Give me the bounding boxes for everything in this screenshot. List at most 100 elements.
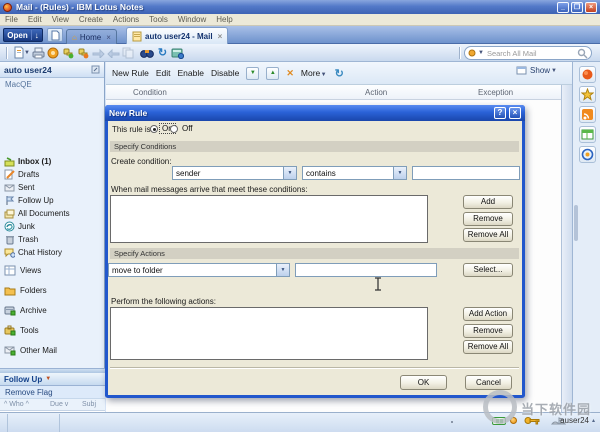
select-folder-button[interactable]: Select... (463, 263, 513, 277)
security-key-icon[interactable] (524, 415, 540, 426)
column-condition[interactable]: Condition (133, 88, 167, 97)
encrypt-icon[interactable] (61, 46, 76, 60)
alarm-indicator-icon[interactable] (510, 417, 517, 424)
remove-all-actions-button[interactable]: Remove All (463, 340, 513, 354)
rule-off-option[interactable]: Off (170, 124, 195, 133)
menu-create[interactable]: Create (79, 15, 103, 24)
ok-button[interactable]: OK (400, 375, 447, 390)
tab-home[interactable]: ⌂ Home × (66, 29, 117, 44)
menu-actions[interactable]: Actions (113, 15, 139, 24)
add-button[interactable]: Add (463, 195, 513, 209)
dialog-help-icon[interactable]: ? (494, 107, 506, 119)
tab-home-close-icon[interactable]: × (106, 33, 111, 42)
new-tab-button[interactable] (47, 28, 63, 42)
remove-flag-action[interactable]: Remove Flag (0, 386, 105, 399)
maximize-button[interactable]: ❐ (571, 2, 583, 13)
search-scope-dropdown-icon[interactable]: ▼ (478, 50, 484, 56)
search-icon[interactable] (577, 48, 588, 59)
conditions-list[interactable] (110, 195, 428, 243)
sidebar-item-folders[interactable]: Folders (0, 282, 105, 298)
open-button[interactable]: Open ↓ (3, 28, 43, 42)
action-dropdown-icon[interactable]: ▼ (276, 264, 289, 276)
sidebar-item-trash[interactable]: Trash (0, 233, 105, 246)
network-indicator-icon[interactable] (492, 417, 506, 425)
sidebar-item-drafts[interactable]: Drafts (0, 168, 105, 181)
condition-field-dropdown-icon[interactable]: ▼ (283, 167, 296, 179)
print-icon[interactable] (31, 46, 46, 60)
condition-field-select[interactable]: sender ▼ (172, 166, 297, 180)
tab-mail[interactable]: auto user24 - Mail × (126, 27, 228, 44)
dialog-title-bar[interactable]: New Rule ? × (105, 105, 525, 121)
panel-collapse-icon[interactable] (91, 65, 100, 74)
sidebar-item-other-mail[interactable]: Other Mail (0, 342, 105, 358)
column-action[interactable]: Action (365, 88, 387, 97)
column-due[interactable]: Due v (50, 401, 82, 408)
menu-window[interactable]: Window (178, 15, 206, 24)
current-user-status[interactable]: auser24 ▴ (560, 416, 595, 425)
minimize-button[interactable]: _ (557, 2, 569, 13)
enable-button[interactable]: Enable (178, 68, 204, 78)
radio-off-label[interactable]: Off (180, 124, 195, 133)
show-button[interactable]: Show ▼ (516, 66, 558, 75)
sidebar-item-inbox[interactable]: Inbox (1) (0, 155, 105, 168)
condition-value-input[interactable] (412, 166, 520, 180)
close-button[interactable]: × (585, 2, 597, 13)
menu-edit[interactable]: Edit (28, 15, 42, 24)
search-binoculars-icon[interactable] (140, 46, 155, 60)
remove-button[interactable]: Remove (463, 212, 513, 226)
search-box[interactable]: ▼ (464, 46, 592, 60)
cancel-button[interactable]: Cancel (465, 375, 512, 390)
column-exception[interactable]: Exception (478, 88, 513, 97)
sidebar-item-views[interactable]: Views (0, 262, 105, 278)
widgets-icon[interactable] (579, 126, 596, 143)
new-rule-button[interactable]: New Rule (112, 68, 149, 78)
view-vertical-scrollbar[interactable] (561, 85, 572, 412)
column-subj[interactable]: Subj (82, 401, 96, 408)
discover-icon[interactable] (170, 46, 185, 60)
move-down-icon[interactable]: ▼ (246, 67, 259, 80)
remove-action-button[interactable]: Remove (463, 324, 513, 338)
sidebar-item-junk[interactable]: Junk (0, 220, 105, 233)
activities-icon[interactable] (579, 146, 596, 163)
menu-help[interactable]: Help (216, 15, 232, 24)
toolbar-grip[interactable] (6, 47, 8, 59)
action-select[interactable]: move to folder ▼ (108, 263, 290, 277)
column-who[interactable]: ^ Who ^ (0, 401, 50, 408)
followup-dropdown-icon[interactable]: ▼ (45, 376, 51, 382)
search-scope-icon[interactable] (468, 48, 478, 58)
sign-icon[interactable] (76, 46, 91, 60)
actions-list[interactable] (110, 307, 428, 360)
delete-icon[interactable]: ✕ (286, 68, 294, 79)
feeds-icon[interactable] (579, 106, 596, 123)
operator-dropdown-icon[interactable]: ▼ (393, 167, 406, 179)
favorites-star-icon[interactable] (579, 86, 596, 103)
sidebar-item-follow-up[interactable]: Follow Up (0, 194, 105, 207)
edit-button[interactable]: Edit (156, 68, 171, 78)
followup-panel-header[interactable]: Follow Up ▼ (0, 373, 105, 386)
sidebar-item-archive[interactable]: Archive (0, 302, 105, 318)
disable-button[interactable]: Disable (211, 68, 239, 78)
dialog-close-icon[interactable]: × (509, 107, 521, 119)
remove-all-button[interactable]: Remove All (463, 228, 513, 242)
permanent-pen-icon[interactable] (46, 46, 61, 60)
more-button[interactable]: More ▼ (301, 68, 328, 78)
sidebar-item-all-documents[interactable]: All Documents (0, 207, 105, 220)
radio-on[interactable] (150, 125, 158, 133)
move-up-icon[interactable]: ▲ (266, 67, 279, 80)
open-dropdown-icon[interactable]: ↓ (35, 31, 39, 40)
sidebar-item-chat-history[interactable]: Chat History (0, 246, 105, 259)
operator-select[interactable]: contains ▼ (302, 166, 407, 180)
action-folder-input[interactable] (295, 263, 437, 277)
sidebar-item-tools[interactable]: Tools (0, 322, 105, 338)
refresh-icon[interactable]: ↻ (155, 46, 170, 60)
sidebar-scroll-thumb[interactable] (574, 205, 578, 241)
sidebar-item-sent[interactable]: Sent (0, 181, 105, 194)
menu-view[interactable]: View (52, 15, 69, 24)
add-action-button[interactable]: Add Action (463, 307, 513, 321)
new-document-dropdown-icon[interactable]: ▼ (24, 50, 30, 56)
tab-mail-close-icon[interactable]: × (218, 32, 223, 41)
view-refresh-icon[interactable]: ↻ (335, 67, 344, 80)
menu-tools[interactable]: Tools (149, 15, 168, 24)
menu-file[interactable]: File (5, 15, 18, 24)
search-input[interactable] (487, 49, 575, 58)
